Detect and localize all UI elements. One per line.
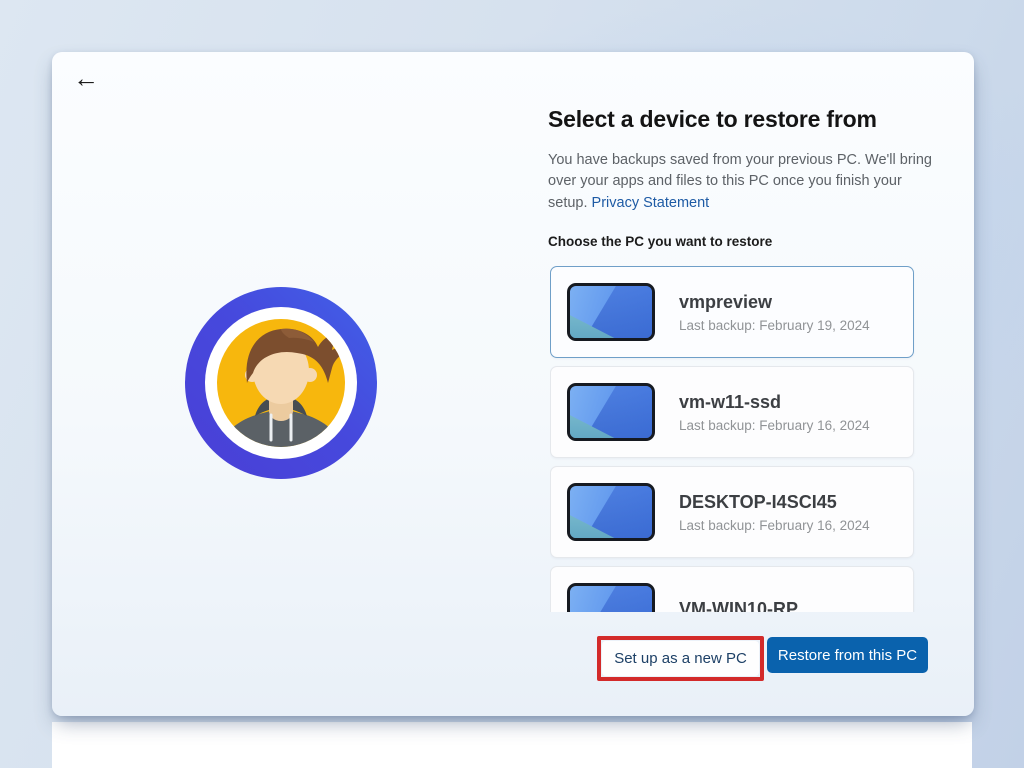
oobe-restore-page: ← — [0, 0, 1024, 768]
page-title: Select a device to restore from — [548, 106, 968, 133]
device-last-backup: Last backup: February 16, 2024 — [679, 518, 870, 533]
device-card-vmpreview[interactable]: vmpreview Last backup: February 19, 2024 — [550, 266, 914, 358]
privacy-statement-link[interactable]: Privacy Statement — [592, 195, 710, 211]
device-card-vm-w11-ssd[interactable]: vm-w11-ssd Last backup: February 16, 202… — [550, 366, 914, 458]
device-last-backup: Last backup: February 19, 2024 — [679, 318, 870, 333]
setup-window: ← — [52, 52, 974, 716]
device-card-vm-win10-rp[interactable]: VM-WIN10-RP — [550, 566, 914, 612]
user-avatar-illustration — [185, 287, 377, 479]
device-name: vm-w11-ssd — [679, 392, 870, 413]
device-list: vmpreview Last backup: February 19, 2024… — [550, 266, 916, 612]
device-thumbnail-icon — [567, 483, 655, 541]
device-thumbnail-icon — [567, 283, 655, 341]
device-thumbnail-icon — [567, 583, 655, 612]
page-below-section — [52, 722, 972, 768]
setup-new-pc-button[interactable]: Set up as a new PC — [602, 641, 759, 676]
device-name: vmpreview — [679, 292, 870, 313]
device-last-backup: Last backup: February 16, 2024 — [679, 418, 870, 433]
device-list-label: Choose the PC you want to restore — [548, 234, 772, 249]
device-name: DESKTOP-I4SCI45 — [679, 492, 870, 513]
page-description: You have backups saved from your previou… — [548, 150, 932, 214]
device-name: VM-WIN10-RP — [679, 599, 798, 612]
device-thumbnail-icon — [567, 383, 655, 441]
back-arrow-icon[interactable]: ← — [68, 60, 104, 96]
restore-from-pc-button[interactable]: Restore from this PC — [767, 637, 928, 673]
device-card-desktop-i4sci45[interactable]: DESKTOP-I4SCI45 Last backup: February 16… — [550, 466, 914, 558]
